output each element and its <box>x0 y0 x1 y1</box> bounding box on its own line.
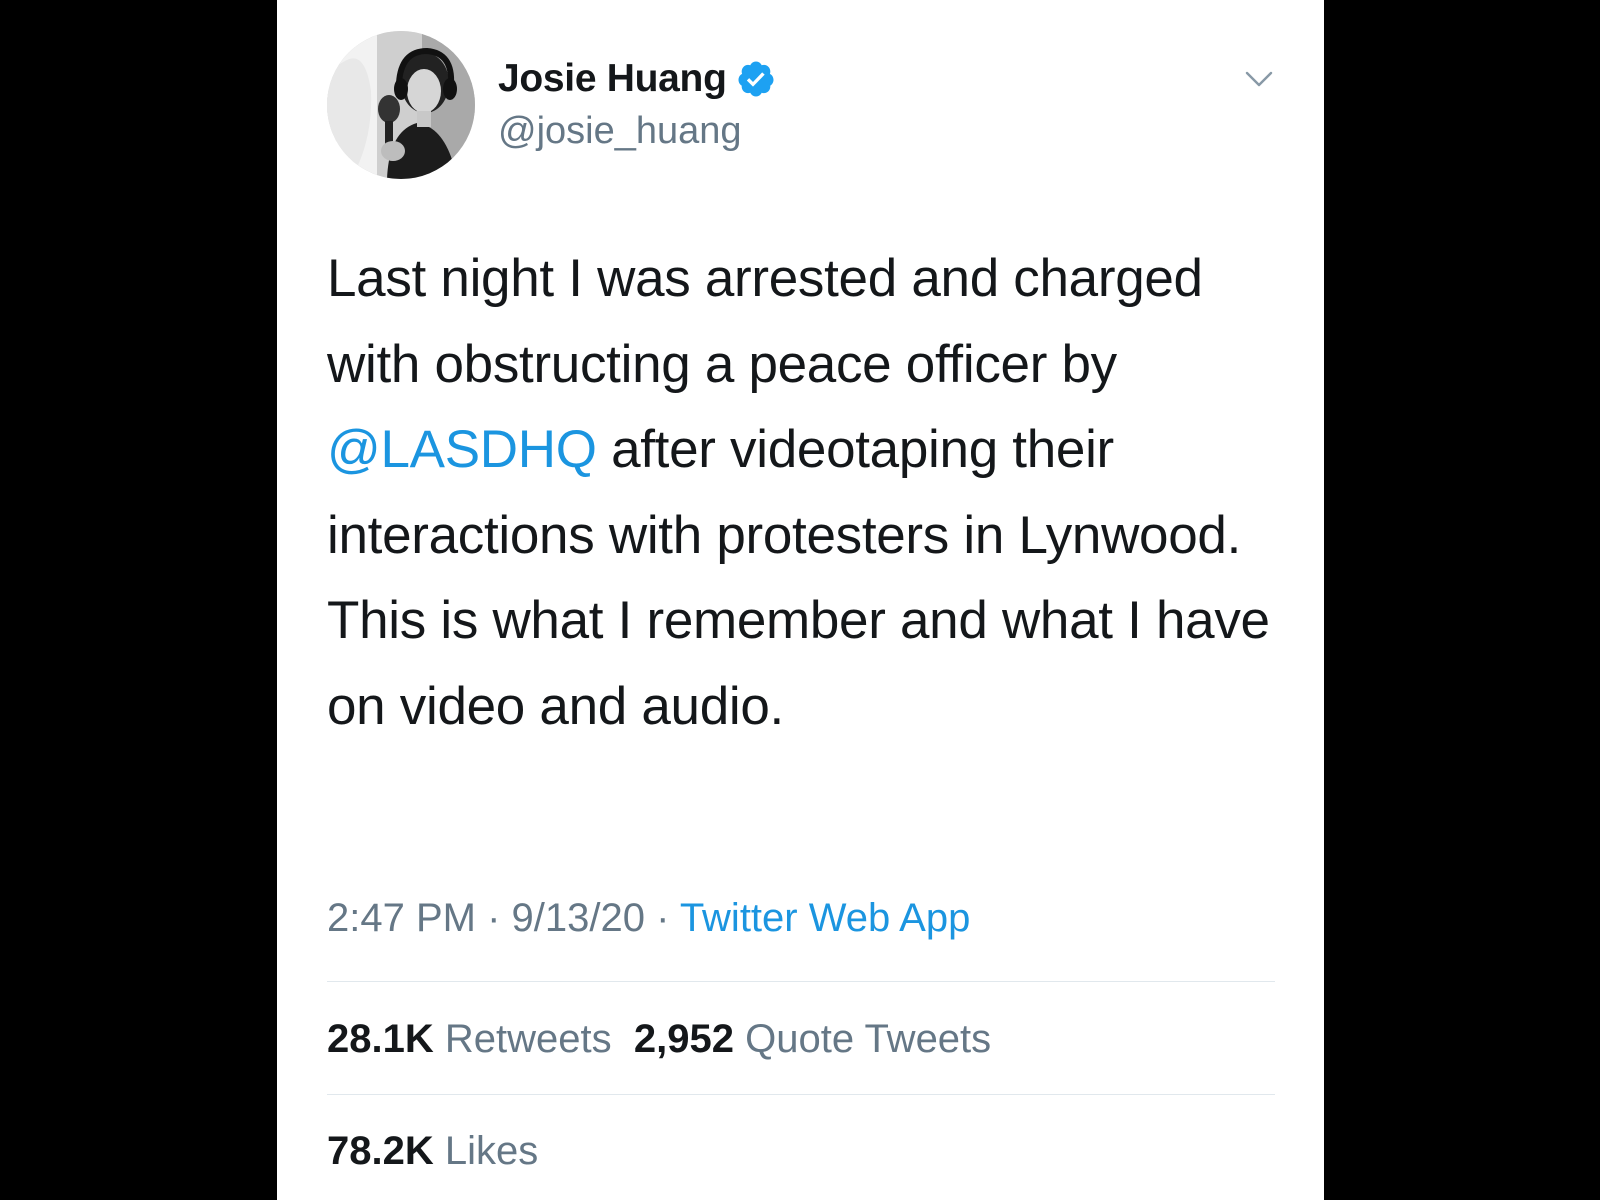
retweets-count: 28.1K <box>327 1017 434 1061</box>
engagement-stats: 28.1K Retweets 2,952 Quote Tweets <box>327 1014 991 1064</box>
tweet-time[interactable]: 2:47 PM <box>327 896 476 940</box>
likes-count: 78.2K <box>327 1129 434 1173</box>
quote-tweets-count: 2,952 <box>633 1017 734 1061</box>
likes-stats: 78.2K Likes <box>327 1126 538 1176</box>
avatar[interactable] <box>327 31 475 179</box>
tweet-card: Josie Huang @josie_huang Last night I wa… <box>277 0 1324 1200</box>
author-name-row[interactable]: Josie Huang <box>498 56 776 102</box>
quote-tweets-label: Quote Tweets <box>745 1017 992 1061</box>
verified-badge-icon <box>736 59 776 99</box>
tweet-source-link[interactable]: Twitter Web App <box>680 896 971 940</box>
tweet-date[interactable]: 9/13/20 <box>512 896 645 940</box>
tweet-text-part: Last night I was arrested and charged wi… <box>327 249 1203 394</box>
tweet-text: Last night I was arrested and charged wi… <box>327 236 1287 749</box>
retweets-label: Retweets <box>444 1017 612 1061</box>
display-name: Josie Huang <box>498 57 727 100</box>
meta-separator: · <box>644 896 680 940</box>
chevron-down-icon[interactable] <box>1239 60 1279 100</box>
retweets-stat[interactable]: 28.1K Retweets <box>327 1017 612 1061</box>
likes-stat[interactable]: 78.2K Likes <box>327 1129 538 1173</box>
divider <box>327 981 1275 982</box>
user-handle[interactable]: @josie_huang <box>498 108 742 154</box>
page-background: Josie Huang @josie_huang Last night I wa… <box>0 0 1600 1200</box>
tweet-meta: 2:47 PM · 9/13/20 · Twitter Web App <box>327 893 970 943</box>
profile-photo-icon <box>327 31 475 179</box>
meta-separator: · <box>475 896 512 940</box>
likes-label: Likes <box>444 1129 539 1173</box>
mention-link[interactable]: @LASDHQ <box>327 420 597 479</box>
quote-tweets-stat[interactable]: 2,952 Quote Tweets <box>634 1017 991 1061</box>
divider <box>327 1094 1275 1095</box>
